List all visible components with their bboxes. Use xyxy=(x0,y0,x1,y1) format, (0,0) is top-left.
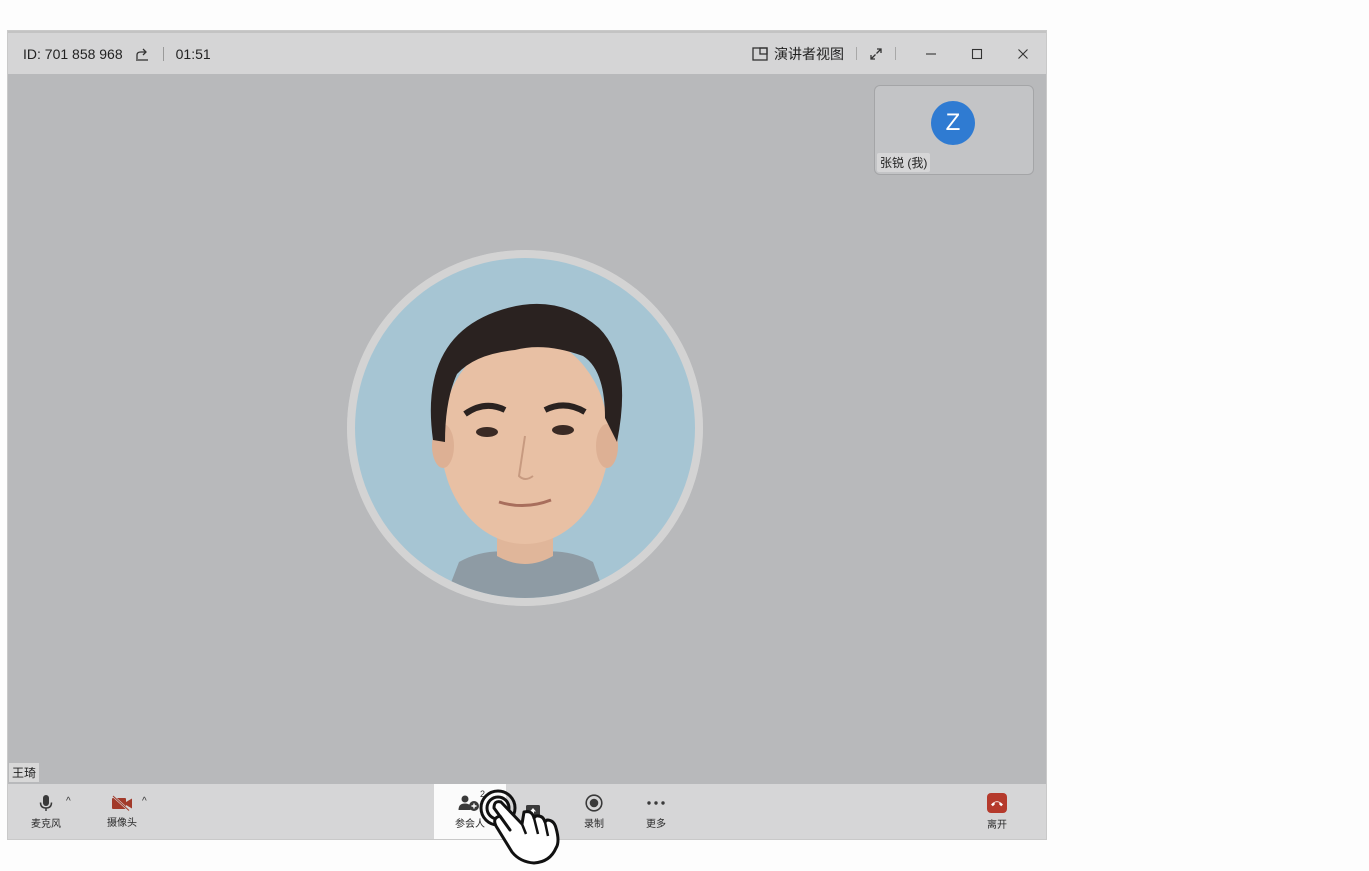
self-avatar: Z xyxy=(931,101,975,145)
presenter-view-label: 演讲者视图 xyxy=(774,45,844,62)
meeting-id: ID: 701 858 968 xyxy=(23,45,123,62)
presenter-view-button[interactable]: 演讲者视图 xyxy=(752,44,844,64)
video-stage: Z 张锐 (我) 王琦 xyxy=(8,74,1046,784)
close-button[interactable] xyxy=(1000,33,1046,74)
camera-button[interactable]: 摄像头 xyxy=(102,784,142,839)
main-participant-name: 王琦 xyxy=(9,763,40,782)
meeting-window: ID: 701 858 968 01:51 演讲者视图 Z 张锐 (我) 王琦 … xyxy=(8,31,1046,839)
window-controls: 演讲者视图 xyxy=(752,33,1046,74)
maximize-button[interactable] xyxy=(954,33,1000,74)
more-dots-icon xyxy=(646,794,666,812)
close-icon xyxy=(1017,48,1029,60)
self-video-tile[interactable]: Z 张锐 (我) xyxy=(874,85,1034,175)
presenter-view-icon xyxy=(752,46,768,61)
camera-label: 摄像头 xyxy=(107,817,137,829)
camera-off-icon xyxy=(111,794,133,811)
record-icon xyxy=(585,793,603,812)
share-link-icon[interactable] xyxy=(135,47,149,61)
expand-icon xyxy=(869,47,883,61)
minimize-icon xyxy=(925,48,937,60)
hang-up-icon xyxy=(987,792,1007,813)
camera-options-caret-icon[interactable]: ^ xyxy=(142,796,147,807)
title-bar: ID: 701 858 968 01:51 演讲者视图 xyxy=(8,31,1046,74)
meeting-timer: 01:51 xyxy=(175,45,211,62)
main-participant-avatar xyxy=(347,250,703,606)
title-divider xyxy=(856,47,857,60)
maximize-icon xyxy=(971,48,983,60)
record-label: 录制 xyxy=(584,818,604,830)
tap-gesture-hand-icon xyxy=(476,786,580,866)
microphone-icon xyxy=(38,794,54,812)
minimize-button[interactable] xyxy=(908,33,954,74)
more-button[interactable]: 更多 xyxy=(636,784,676,839)
mic-button[interactable]: 麦克风 xyxy=(26,784,66,839)
record-button[interactable]: 录制 xyxy=(574,784,614,839)
title-divider xyxy=(895,47,896,60)
more-label: 更多 xyxy=(646,818,666,830)
mic-options-caret-icon[interactable]: ^ xyxy=(66,796,71,807)
fullscreen-button[interactable] xyxy=(869,47,883,61)
self-name-label: 张锐 (我) xyxy=(877,153,931,172)
title-divider xyxy=(162,46,164,61)
leave-label: 离开 xyxy=(987,819,1007,831)
leave-meeting-button[interactable]: 离开 xyxy=(977,784,1017,839)
meeting-info: ID: 701 858 968 01:51 xyxy=(23,33,211,74)
mic-label: 麦克风 xyxy=(31,818,61,830)
